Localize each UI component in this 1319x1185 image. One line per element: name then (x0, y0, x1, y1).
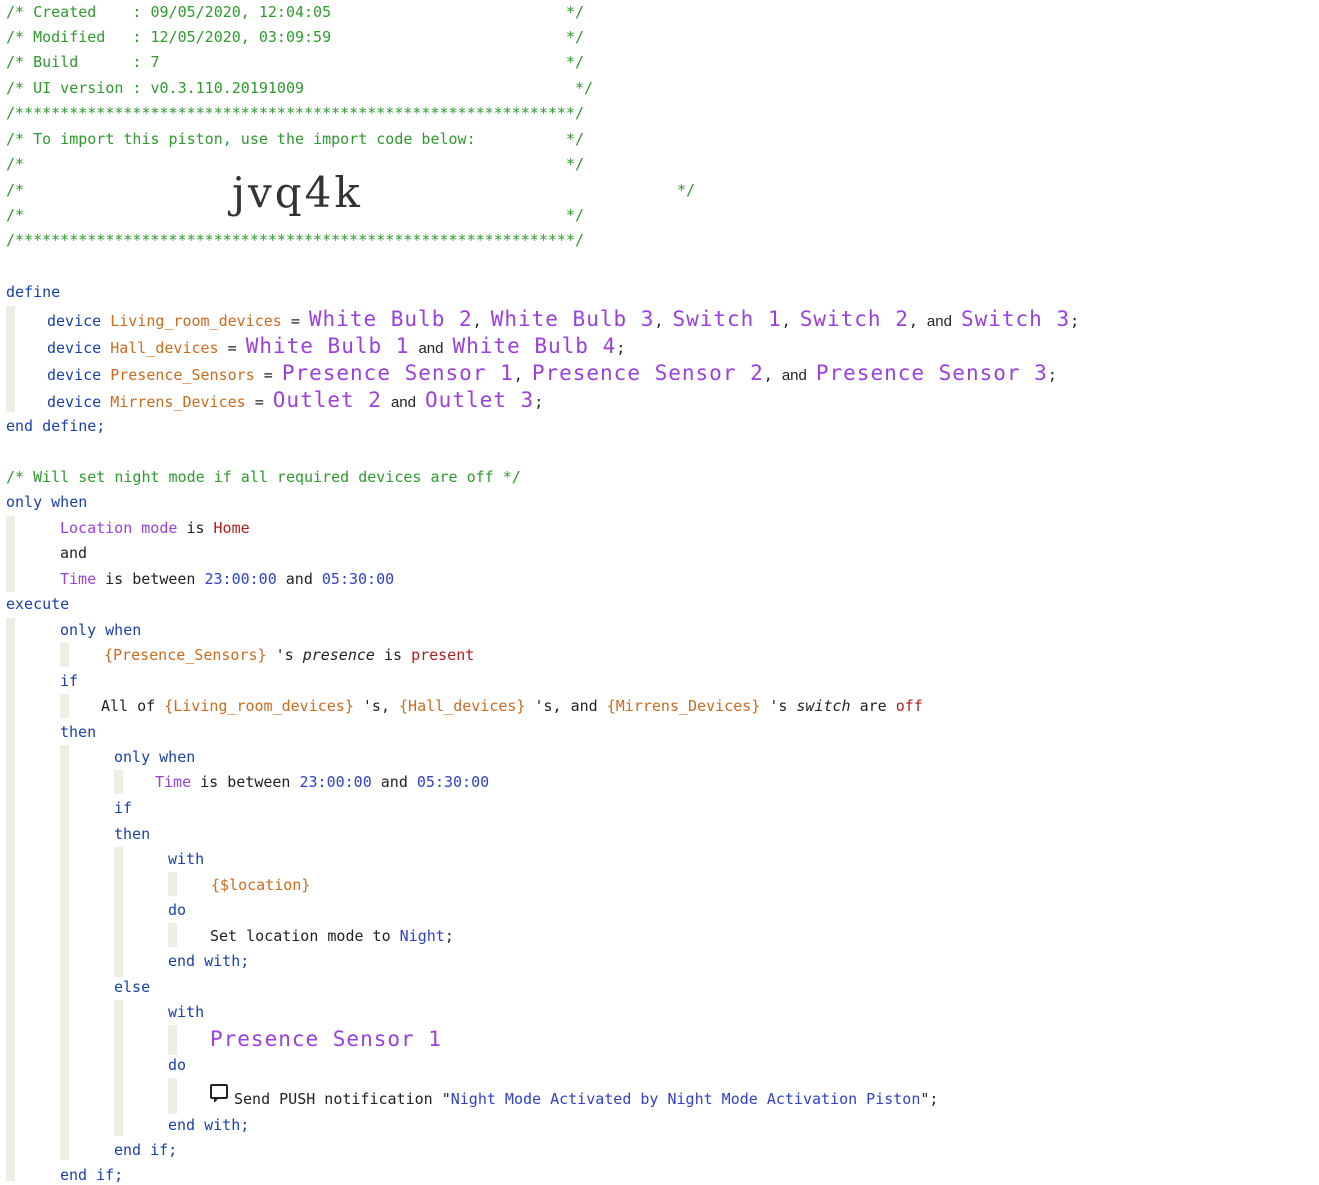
send-push-action[interactable]: Send PUSH notification "Night Mode Activ… (210, 1084, 938, 1109)
define-keyword: define (6, 283, 61, 301)
nested-then-keyword: then (114, 825, 151, 843)
stars-bottom: /***************************************… (6, 231, 584, 249)
location-target[interactable]: {$location} (211, 875, 310, 895)
presence-sensor-target[interactable]: Presence Sensor 1 (210, 1029, 442, 1050)
nested-only-when-keyword: only when (114, 748, 196, 766)
inner-only-when-bar (60, 643, 69, 667)
ui-version-comment: /* UI version : v0.3.110.20191009 */ (6, 79, 593, 97)
else-keyword: else (114, 978, 151, 996)
inner-only-when-keyword: only when (60, 621, 142, 639)
device-row-4: device Mirrens_Devices = Outlet 2 and Ou… (47, 388, 544, 412)
then-keyword: then (60, 723, 97, 741)
end-define-keyword: end define; (6, 417, 106, 435)
with-bar-1 (168, 872, 177, 896)
device-row-3: device Presence_Sensors = Presence Senso… (47, 361, 1057, 385)
condition-presence[interactable]: {Presence_Sensors} 's presence is presen… (104, 645, 474, 665)
do-keyword-1: do (168, 901, 187, 919)
nested-if-keyword: if (114, 799, 133, 817)
then-indent-bar (60, 745, 69, 1160)
define-indent-bar (6, 306, 15, 412)
do-keyword-2: do (168, 1056, 187, 1074)
nested-then-bar (114, 847, 123, 977)
do-bar-2 (168, 1078, 177, 1114)
import-comment: /* To import this piston, use the import… (6, 130, 584, 148)
with-keyword-1: with (168, 850, 205, 868)
with-bar-2 (168, 1025, 177, 1055)
device-row-1: device Living_room_devices = White Bulb … (47, 307, 1080, 331)
code-comment-right: */ (677, 181, 696, 199)
condition-all-of[interactable]: All of {Living_room_devices} 's, {Hall_d… (101, 696, 923, 716)
execute-keyword: execute (6, 595, 70, 613)
only-when-indent-bar (6, 516, 15, 592)
nested-condition-time[interactable]: Time is between 23:00:00 and 05:30:00 (155, 772, 489, 792)
piston-comment: /* Will set night mode if all required d… (6, 468, 521, 486)
else-bar (114, 1000, 123, 1136)
execute-indent-bar (6, 618, 15, 1181)
condition-time[interactable]: Time is between 23:00:00 and 05:30:00 (60, 569, 394, 589)
build-comment: /* Build : 7 */ (6, 53, 584, 71)
with-keyword-2: with (168, 1003, 205, 1021)
end-with-keyword-2: end with; (168, 1116, 250, 1134)
condition-location-mode[interactable]: Location mode is Home (60, 518, 250, 538)
device-row-2: device Hall_devices = White Bulb 1 and W… (47, 334, 626, 358)
nested-end-if-keyword: end if; (114, 1141, 178, 1159)
end-with-keyword-1: end with; (168, 952, 250, 970)
if-bar (60, 694, 69, 718)
speech-bubble-icon (210, 1084, 228, 1103)
only-when-keyword: only when (6, 493, 88, 511)
stars-top: /***************************************… (6, 104, 584, 122)
end-if-keyword: end if; (60, 1166, 124, 1184)
if-keyword: if (60, 672, 79, 690)
do-bar-1 (168, 923, 177, 947)
set-location-mode-action[interactable]: Set location mode to Night; (210, 926, 454, 946)
modified-comment: /* Modified : 12/05/2020, 03:09:59 */ (6, 28, 584, 46)
blank-comment-2: /* */ (6, 206, 584, 224)
condition-and: and (60, 544, 88, 562)
code-comment-left: /* (6, 181, 25, 199)
nested-only-when-bar (114, 770, 123, 794)
created-comment: /* Created : 09/05/2020, 12:04:05 */ (6, 3, 584, 21)
